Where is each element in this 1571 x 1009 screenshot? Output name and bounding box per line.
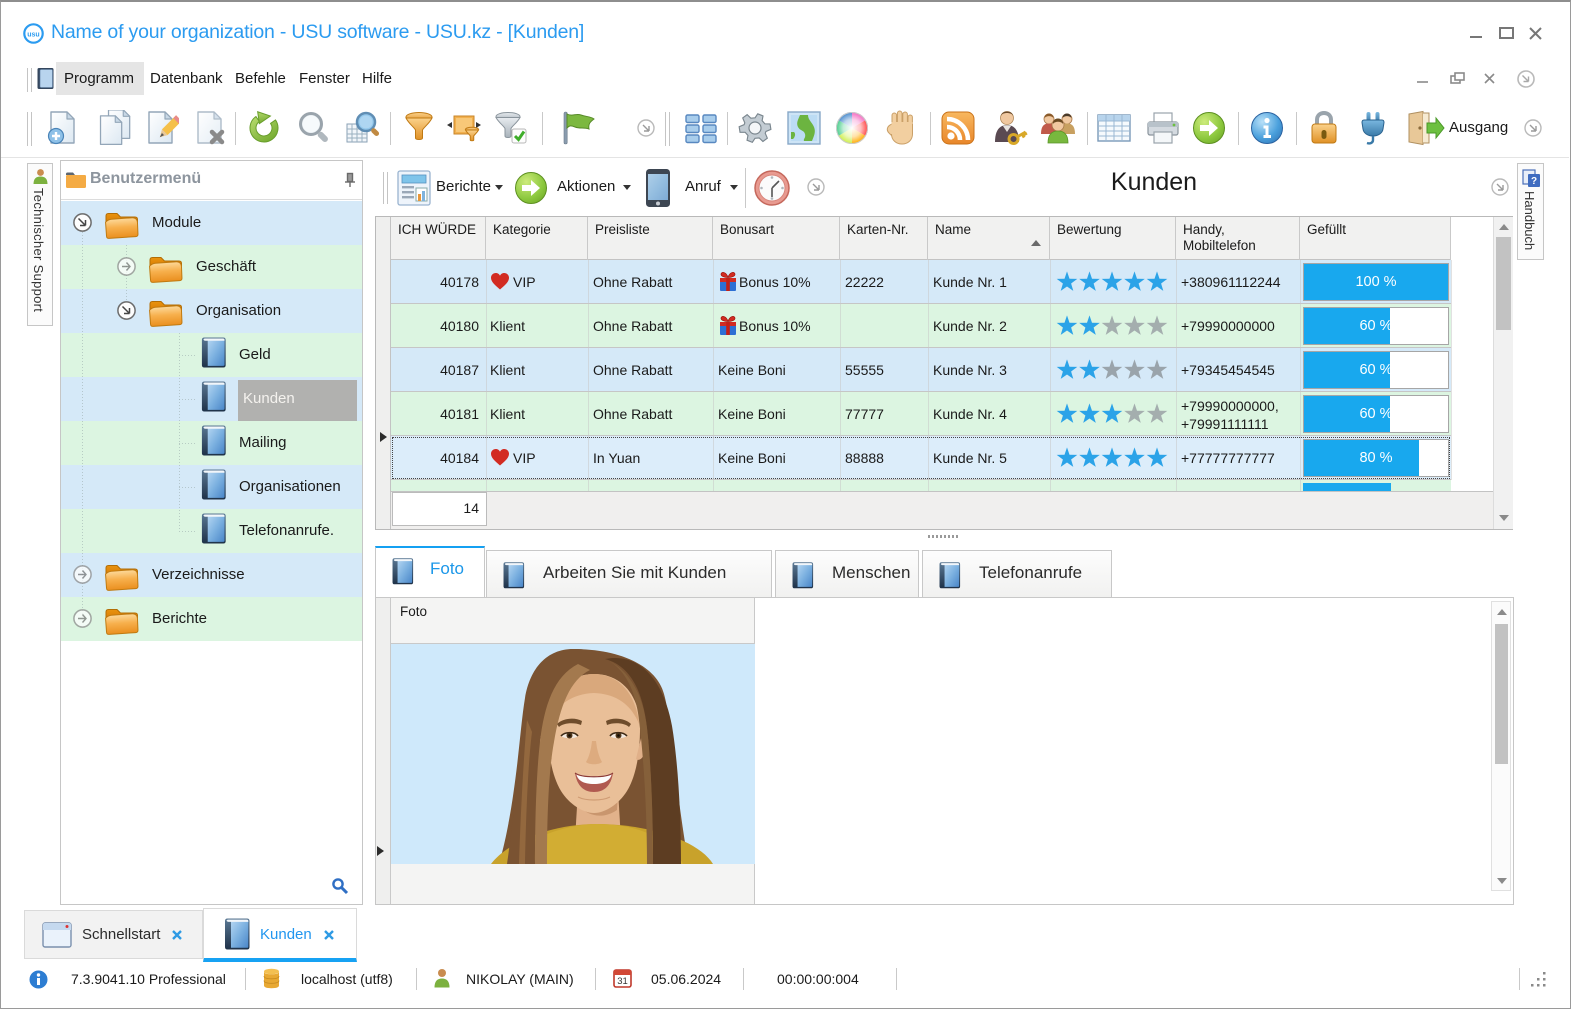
svg-text:usu: usu xyxy=(27,32,39,39)
svg-text:31: 31 xyxy=(617,976,628,987)
svg-text:?: ? xyxy=(1531,176,1537,187)
